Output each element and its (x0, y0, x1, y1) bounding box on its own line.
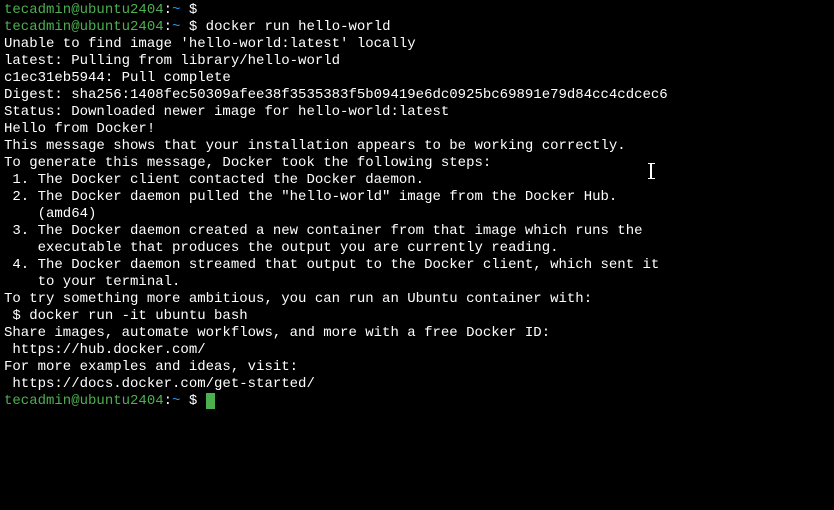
prompt-user: tecadmin (4, 393, 71, 409)
output-line: 2. The Docker daemon pulled the "hello-w… (4, 189, 830, 206)
prompt-at: @ (71, 19, 79, 35)
prompt-user: tecadmin (4, 2, 71, 18)
output-line: $ docker run -it ubuntu bash (4, 308, 830, 325)
output-line: Status: Downloaded newer image for hello… (4, 104, 830, 121)
output-line: Share images, automate workflows, and mo… (4, 325, 830, 342)
output-line: 4. The Docker daemon streamed that outpu… (4, 257, 830, 274)
output-line: (amd64) (4, 206, 830, 223)
prompt-line-2[interactable]: tecadmin@ubuntu2404:~ $ docker run hello… (4, 19, 830, 36)
prompt-dollar: $ (189, 19, 197, 35)
cursor-block (206, 393, 215, 409)
output-line: Digest: sha256:1408fec50309afee38f353538… (4, 87, 830, 104)
prompt-host: ubuntu2404 (80, 2, 164, 18)
prompt-user: tecadmin (4, 19, 71, 35)
output-line: latest: Pulling from library/hello-world (4, 53, 830, 70)
prompt-at: @ (71, 2, 79, 18)
prompt-line-1[interactable]: tecadmin@ubuntu2404:~ $ (4, 2, 830, 19)
output-line: to your terminal. (4, 274, 830, 291)
command-2: docker run hello-world (206, 19, 391, 35)
output-line: 1. The Docker client contacted the Docke… (4, 172, 830, 189)
prompt-host: ubuntu2404 (80, 393, 164, 409)
output-line: This message shows that your installatio… (4, 138, 830, 155)
prompt-dollar: $ (189, 2, 197, 18)
output-line: To try something more ambitious, you can… (4, 291, 830, 308)
prompt-line-3[interactable]: tecadmin@ubuntu2404:~ $ (4, 393, 830, 410)
output-line: https://docs.docker.com/get-started/ (4, 376, 830, 393)
output-line: Unable to find image 'hello-world:latest… (4, 36, 830, 53)
output-line: https://hub.docker.com/ (4, 342, 830, 359)
prompt-dollar: $ (189, 393, 197, 409)
output-line: To generate this message, Docker took th… (4, 155, 830, 172)
prompt-at: @ (71, 393, 79, 409)
prompt-host: ubuntu2404 (80, 19, 164, 35)
output-line: For more examples and ideas, visit: (4, 359, 830, 376)
output-line: executable that produces the output you … (4, 240, 830, 257)
output-line: 3. The Docker daemon created a new conta… (4, 223, 830, 240)
output-line: Hello from Docker! (4, 121, 830, 138)
output-line: c1ec31eb5944: Pull complete (4, 70, 830, 87)
